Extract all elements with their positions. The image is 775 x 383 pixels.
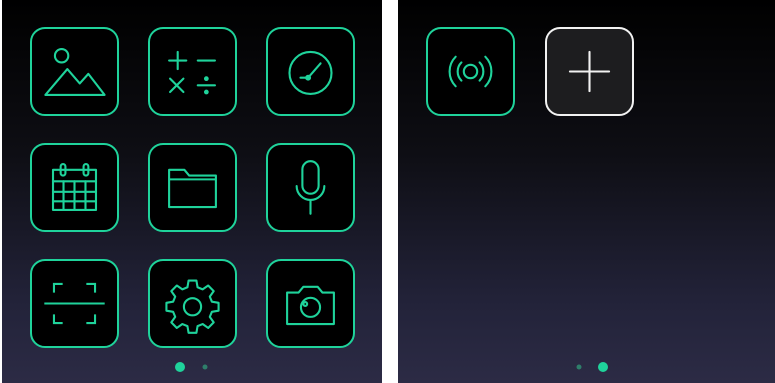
gauge-icon [288,50,333,95]
gallery-icon [44,48,106,96]
folder-icon [168,168,217,209]
files-app-tile[interactable] [148,143,237,232]
microphone-icon [295,160,326,215]
home-screen-page-2 [398,0,775,383]
page-indicator [2,361,382,373]
add-icon [568,50,611,93]
broadcast-icon [448,55,493,88]
gallery-app-tile[interactable] [30,27,119,116]
page-dot-2[interactable] [598,362,608,372]
home-screen-page-1 [2,0,382,383]
page-dot-1[interactable] [576,364,582,370]
settings-app-tile[interactable] [148,259,237,348]
scanner-app-tile[interactable] [30,259,119,348]
add-app-button[interactable] [545,27,634,116]
voice-recorder-app-tile[interactable] [266,143,355,232]
calculator-app-tile[interactable] [148,27,237,116]
calendar-app-tile[interactable] [30,143,119,232]
calculator-icon [168,50,216,95]
page-dot-2[interactable] [202,364,208,370]
page-dot-1[interactable] [175,362,185,372]
camera-app-tile[interactable] [266,259,355,348]
scanner-icon [44,282,105,325]
page-indicator [398,361,775,373]
camera-icon [286,285,335,326]
calendar-icon [51,163,98,211]
settings-icon [165,279,220,334]
broadcast-app-tile[interactable] [426,27,515,116]
speedometer-app-tile[interactable] [266,27,355,116]
